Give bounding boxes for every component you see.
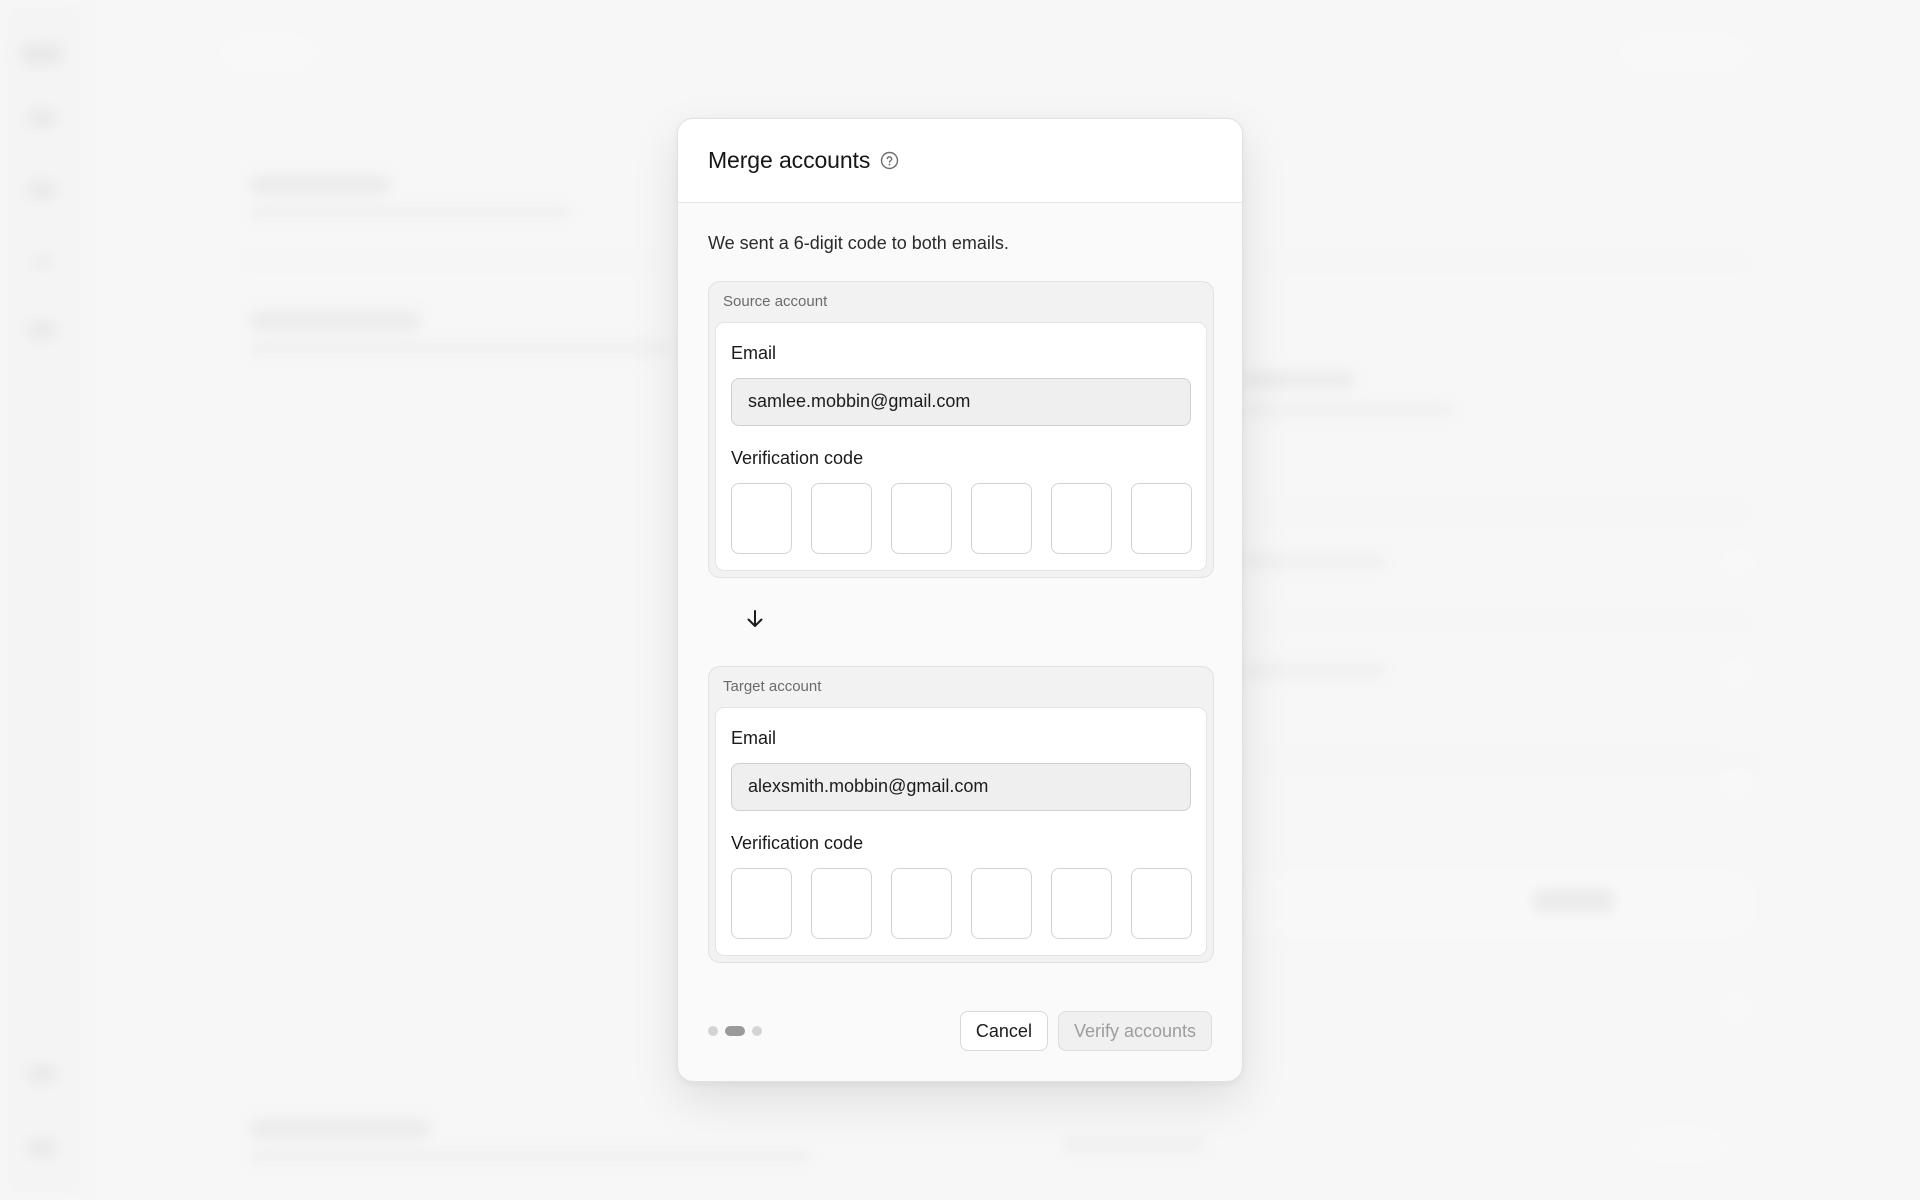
dialog-header: Merge accounts <box>678 119 1242 203</box>
source-account-fields: Email Verification code <box>715 321 1207 571</box>
dialog-footer: Cancel Verify accounts <box>708 1011 1212 1051</box>
arrow-down-icon <box>744 608 766 635</box>
target-email-field[interactable] <box>731 762 1191 811</box>
source-account-group: Source account Email Verification code <box>708 280 1214 578</box>
cancel-button[interactable]: Cancel <box>959 1011 1048 1051</box>
target-code-digit-2[interactable] <box>811 867 872 939</box>
source-account-label: Source account <box>723 292 828 310</box>
step-dot-active <box>725 1026 745 1036</box>
source-code-digit-2[interactable] <box>811 482 872 554</box>
source-verification-code-label: Verification code <box>731 447 864 468</box>
target-code-digit-1[interactable] <box>731 867 792 939</box>
dialog-body: We sent a 6-digit code to both emails. S… <box>678 203 1242 963</box>
source-code-digit-4[interactable] <box>971 482 1032 554</box>
step-dot <box>752 1026 762 1036</box>
source-code-digit-5[interactable] <box>1051 482 1112 554</box>
verify-accounts-button[interactable]: Verify accounts <box>1057 1011 1212 1051</box>
question-circle-icon[interactable] <box>880 151 899 170</box>
step-indicator <box>708 1026 762 1036</box>
source-email-field[interactable] <box>731 377 1191 426</box>
target-code-digit-4[interactable] <box>971 867 1032 939</box>
target-verification-code-inputs <box>731 867 1192 939</box>
source-email-label: Email <box>731 342 777 363</box>
target-code-digit-6[interactable] <box>1131 867 1192 939</box>
target-verification-code-label: Verification code <box>731 832 864 853</box>
target-account-group: Target account Email Verification code <box>708 665 1214 963</box>
source-code-digit-3[interactable] <box>891 482 952 554</box>
target-account-label: Target account <box>723 677 822 695</box>
merge-direction <box>708 578 1212 666</box>
dialog-title: Merge accounts <box>708 147 871 173</box>
dialog-intro-text: We sent a 6-digit code to both emails. <box>708 233 1009 253</box>
merge-accounts-dialog: Merge accounts We sent a 6-digit code to… <box>677 118 1243 1082</box>
source-code-digit-6[interactable] <box>1131 482 1192 554</box>
target-email-label: Email <box>731 727 777 748</box>
source-verification-code-inputs <box>731 482 1192 554</box>
target-code-digit-3[interactable] <box>891 867 952 939</box>
target-code-digit-5[interactable] <box>1051 867 1112 939</box>
step-dot <box>708 1026 718 1036</box>
target-account-fields: Email Verification code <box>715 706 1207 956</box>
source-code-digit-1[interactable] <box>731 482 792 554</box>
dialog-actions: Cancel Verify accounts <box>959 1011 1212 1051</box>
